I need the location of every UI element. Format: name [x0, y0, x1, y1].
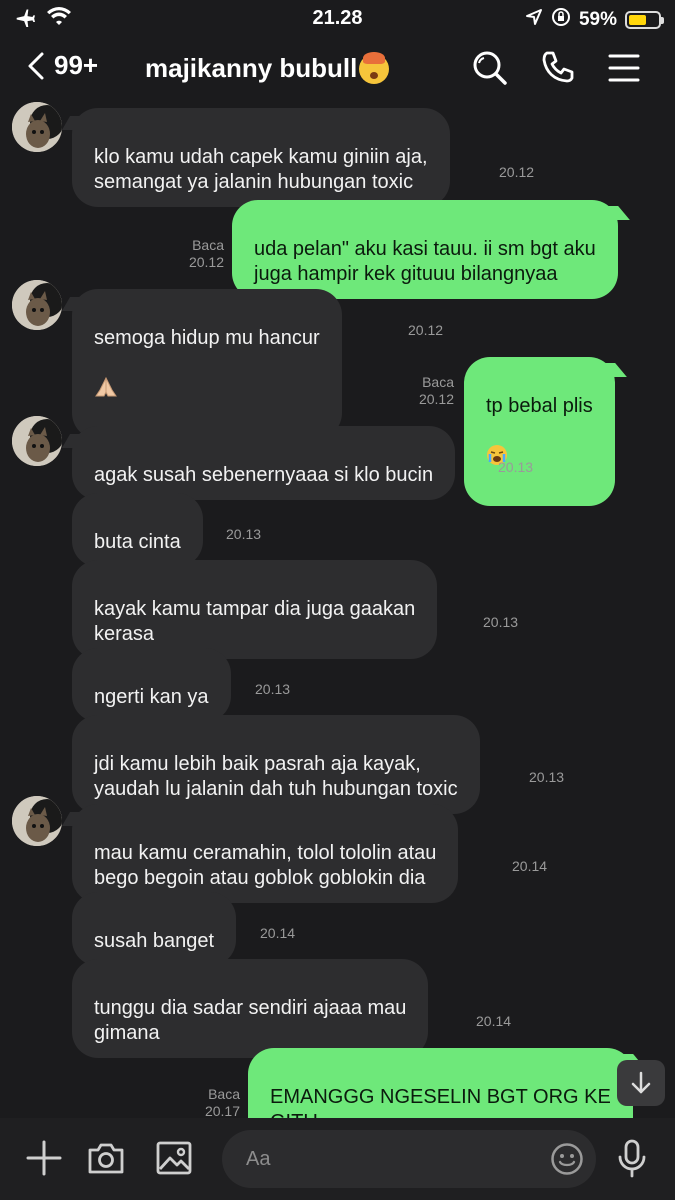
- message-time: 20.13: [498, 459, 534, 475]
- message-text: uda pelan" aku kasi tauu. ii sm bgt aku …: [254, 238, 596, 285]
- menu-icon: [608, 54, 640, 82]
- read-label: Baca: [192, 237, 224, 253]
- message-text: mau kamu ceramahin, tolol tololin atau b…: [94, 842, 437, 889]
- message-bubble-incoming[interactable]: jdi kamu lebih baik pasrah aja kayak, ya…: [72, 715, 480, 814]
- read-receipt: Baca 20.12: [402, 374, 454, 408]
- message-time: 20.14: [476, 1013, 512, 1029]
- rotation-lock-icon: [551, 7, 571, 33]
- message-bubble-incoming[interactable]: mau kamu ceramahin, tolol tololin atau b…: [72, 804, 459, 903]
- read-receipt: Baca 20.17: [186, 1086, 240, 1118]
- message-text: buta cinta: [94, 531, 181, 553]
- message-time: 20.13: [529, 769, 565, 785]
- message-bubble-incoming[interactable]: agak susah sebenernyaaa si klo bucin: [72, 426, 456, 500]
- message-time: 20.17: [204, 1103, 240, 1118]
- composer-bar: Aa: [0, 1118, 675, 1200]
- message-text: tunggu dia sadar sendiri ajaaa mau giman…: [94, 997, 407, 1044]
- menu-button[interactable]: [604, 48, 644, 88]
- add-button[interactable]: [24, 1138, 64, 1178]
- status-bar: 21.28 59%: [0, 0, 675, 36]
- chat-title[interactable]: majikanny bubull: [145, 51, 390, 84]
- message-time: 20.13: [255, 681, 291, 697]
- avatar[interactable]: [12, 280, 62, 330]
- call-button[interactable]: [538, 48, 578, 88]
- chevron-left-icon: [28, 52, 44, 79]
- message-time: 20.12: [499, 164, 535, 180]
- message-list[interactable]: klo kamu udah capek kamu giniin aja, sem…: [0, 100, 675, 1118]
- battery-level: [629, 15, 646, 25]
- message-input-placeholder: Aa: [246, 1148, 271, 1170]
- message-text: tp bebal plis: [486, 395, 593, 417]
- message-text: semoga hidup mu hancur: [94, 327, 320, 349]
- message-text: ngerti kan ya: [94, 686, 209, 708]
- emoji-icon[interactable]: [550, 1142, 584, 1176]
- camera-button[interactable]: [86, 1138, 126, 1178]
- microphone-icon: [618, 1139, 646, 1178]
- message-text: jdi kamu lebih baik pasrah aja kayak, ya…: [94, 753, 458, 800]
- gallery-button[interactable]: [154, 1138, 194, 1178]
- message-bubble-outgoing[interactable]: tp bebal plis: [464, 357, 615, 506]
- read-label: Baca: [422, 374, 454, 390]
- message-text: kayak kamu tampar dia juga gaakan kerasa: [94, 598, 416, 645]
- read-receipt: Baca 20.12: [170, 237, 224, 271]
- image-icon: [156, 1141, 192, 1175]
- location-icon: [525, 8, 543, 32]
- search-button[interactable]: [470, 48, 510, 88]
- battery-percentage: 59%: [578, 9, 617, 30]
- phone-icon: [542, 51, 574, 83]
- chat-title-text: majikanny bubull: [145, 53, 358, 83]
- arrow-down-icon: [631, 1071, 651, 1094]
- message-bubble-incoming[interactable]: kayak kamu tampar dia juga gaakan kerasa: [72, 560, 438, 659]
- plus-icon: [26, 1140, 62, 1176]
- avatar[interactable]: [12, 416, 62, 466]
- voice-button[interactable]: [612, 1138, 652, 1178]
- message-bubble-incoming[interactable]: buta cinta: [72, 493, 203, 567]
- message-text: susah banget: [94, 930, 215, 952]
- message-input[interactable]: Aa: [222, 1130, 596, 1188]
- read-label: Baca: [208, 1086, 240, 1102]
- battery-icon: [625, 11, 664, 29]
- message-bubble-incoming[interactable]: ngerti kan ya: [72, 648, 231, 722]
- unread-count: 99+: [54, 50, 99, 80]
- message-time: 20.13: [226, 526, 262, 542]
- message-bubble-outgoing[interactable]: uda pelan" aku kasi tauu. ii sm bgt aku …: [232, 200, 618, 299]
- message-time: 20.12: [408, 322, 444, 338]
- praying-hands-emoji: [94, 376, 118, 400]
- search-icon: [473, 51, 507, 85]
- camera-icon: [88, 1143, 124, 1174]
- exploding-head-emoji: [359, 51, 390, 84]
- message-time: 20.14: [260, 925, 296, 941]
- message-bubble-incoming[interactable]: susah banget: [72, 892, 237, 966]
- chat-header: 99+ majikanny bubull: [0, 40, 675, 100]
- message-text: EMANGGG NGESELIN BGT ORG KE GITU: [270, 1086, 611, 1118]
- back-button[interactable]: 99+: [26, 50, 98, 81]
- scroll-to-bottom-button[interactable]: [617, 1060, 665, 1106]
- message-text: agak susah sebenernyaaa si klo bucin: [94, 464, 434, 486]
- message-text: klo kamu udah capek kamu giniin aja, sem…: [94, 146, 428, 193]
- message-time: 20.12: [418, 391, 454, 407]
- avatar[interactable]: [12, 796, 62, 846]
- message-bubble-incoming[interactable]: klo kamu udah capek kamu giniin aja, sem…: [72, 108, 450, 207]
- message-bubble-outgoing[interactable]: EMANGGG NGESELIN BGT ORG KE GITU: [248, 1048, 633, 1118]
- avatar[interactable]: [12, 102, 62, 152]
- message-bubble-incoming[interactable]: semoga hidup mu hancur: [72, 289, 342, 439]
- message-time: 20.13: [483, 614, 519, 630]
- message-time: 20.14: [512, 858, 548, 874]
- message-bubble-incoming[interactable]: tunggu dia sadar sendiri ajaaa mau giman…: [72, 959, 429, 1058]
- message-time: 20.12: [188, 254, 224, 270]
